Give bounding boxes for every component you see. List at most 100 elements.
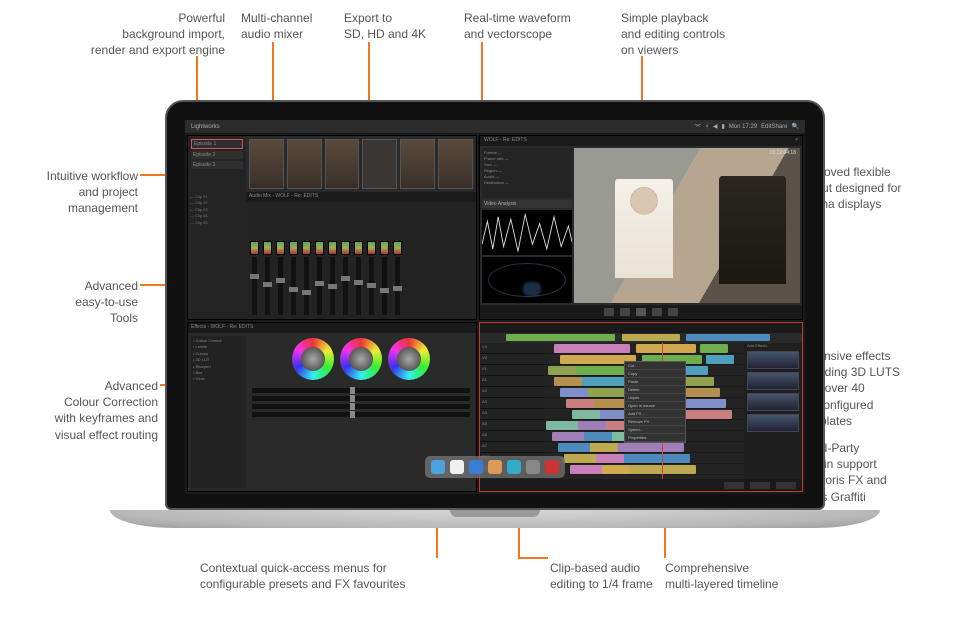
clip-thumb[interactable]: [362, 139, 397, 189]
timeline-clip[interactable]: [554, 344, 630, 353]
channel-fader[interactable]: [276, 241, 285, 315]
mail-icon[interactable]: [469, 460, 483, 474]
channel-fader[interactable]: [289, 241, 298, 315]
track-label[interactable]: A1: [480, 376, 544, 387]
bin-item[interactable]: Episode 2: [191, 151, 243, 159]
timeline-clip[interactable]: [706, 355, 734, 364]
close-icon[interactable]: ×: [795, 137, 798, 145]
timeline-clip[interactable]: [584, 432, 612, 441]
export-settings[interactable]: Format —Frame rate —Size —Region —Audio …: [482, 148, 572, 198]
channel-fader[interactable]: [393, 241, 402, 315]
timeline-clip[interactable]: [566, 399, 594, 408]
track-label[interactable]: V2: [480, 354, 544, 365]
timeline-clip[interactable]: [578, 421, 606, 430]
clip-thumb[interactable]: [325, 139, 360, 189]
search-icon[interactable]: 🔍: [792, 123, 799, 130]
footer-button[interactable]: [724, 482, 744, 489]
channel-fader[interactable]: [380, 241, 389, 315]
context-menu-item[interactable]: Open in source: [625, 402, 685, 410]
channel-fader[interactable]: [315, 241, 324, 315]
track-label[interactable]: A2: [480, 387, 544, 398]
timeline-clip[interactable]: [602, 465, 630, 474]
fx-preset-thumb[interactable]: [747, 372, 799, 390]
workspace: Episode 1 Episode 2 Episode 3 — Clip 01—…: [185, 133, 805, 494]
timeline-clip[interactable]: [700, 344, 728, 353]
context-menu-item[interactable]: Add FX…: [625, 410, 685, 418]
finder-icon[interactable]: [431, 460, 445, 474]
timeline-clip[interactable]: [614, 454, 690, 463]
effects-side-panel[interactable]: Add Effects: [744, 343, 802, 479]
appstore-icon[interactable]: [507, 460, 521, 474]
fx-list[interactable]: • Colour Correct• Levels• Curves• 3D LUT…: [191, 336, 246, 488]
timeline-clip[interactable]: [548, 366, 576, 375]
mac-dock[interactable]: [425, 456, 565, 478]
app-screen: Lightworks ⌤ ᚼ ◀ ▮ Mon 17:29 EditShare 🔍…: [185, 120, 805, 494]
timeline-clip[interactable]: [554, 377, 582, 386]
channel-fader[interactable]: [367, 241, 376, 315]
context-menu[interactable]: CutCopyPasteDeleteUnjoinOpen in sourceAd…: [624, 361, 686, 443]
play-button[interactable]: [636, 308, 646, 316]
fx-preset-thumb[interactable]: [747, 414, 799, 432]
program-monitor[interactable]: 01:12:04:18: [574, 148, 800, 303]
timeline-ruler[interactable]: [480, 333, 802, 343]
track-label[interactable]: A7: [480, 442, 544, 453]
bin-item[interactable]: Episode 3: [191, 161, 243, 169]
track-row[interactable]: [544, 464, 744, 475]
itunes-icon[interactable]: [488, 460, 502, 474]
track-label[interactable]: A6: [480, 431, 544, 442]
lightworks-icon[interactable]: [545, 460, 559, 474]
forward-button[interactable]: [652, 308, 662, 316]
context-menu-item[interactable]: Remove FX: [625, 418, 685, 426]
project-nav[interactable]: Episode 1 Episode 2 Episode 3: [188, 136, 246, 192]
track-label[interactable]: A4: [480, 409, 544, 420]
channel-fader[interactable]: [250, 241, 259, 315]
timeline-clip[interactable]: [608, 443, 684, 452]
context-menu-item[interactable]: Paste: [625, 378, 685, 386]
track-label[interactable]: A3: [480, 398, 544, 409]
track-area[interactable]: CutCopyPasteDeleteUnjoinOpen in sourceAd…: [544, 343, 744, 479]
context-menu-item[interactable]: Cut: [625, 362, 685, 370]
channel-fader[interactable]: [341, 241, 350, 315]
track-row[interactable]: [544, 442, 744, 453]
footer-button[interactable]: [750, 482, 770, 489]
next-button[interactable]: [668, 308, 678, 316]
rewind-button[interactable]: [620, 308, 630, 316]
context-menu-item[interactable]: Speed…: [625, 426, 685, 434]
track-label[interactable]: V1: [480, 365, 544, 376]
track-row[interactable]: [544, 453, 744, 464]
bin-item[interactable]: Episode 1: [191, 139, 243, 149]
fx-preset-thumb[interactable]: [747, 351, 799, 369]
context-menu-item[interactable]: Unjoin: [625, 394, 685, 402]
timeline-clip[interactable]: [560, 388, 588, 397]
lift-wheel[interactable]: [292, 338, 334, 380]
clip-thumb[interactable]: [438, 139, 473, 189]
track-label[interactable]: V3: [480, 343, 544, 354]
safari-icon[interactable]: [450, 460, 464, 474]
timeline-clip[interactable]: [620, 465, 696, 474]
footer-button[interactable]: [776, 482, 796, 489]
clip-thumb[interactable]: [400, 139, 435, 189]
prev-button[interactable]: [604, 308, 614, 316]
fx-preset-thumb[interactable]: [747, 393, 799, 411]
settings-icon[interactable]: [526, 460, 540, 474]
clip-thumb[interactable]: [249, 139, 284, 189]
channel-fader[interactable]: [328, 241, 337, 315]
context-menu-item[interactable]: Delete: [625, 386, 685, 394]
gain-wheel[interactable]: [388, 338, 430, 380]
timeline-clip[interactable]: [636, 344, 696, 353]
mixer-faders[interactable]: [246, 202, 476, 319]
monitor-frame: [574, 148, 800, 303]
context-menu-item[interactable]: Properties: [625, 434, 685, 442]
channel-fader[interactable]: [354, 241, 363, 315]
gamma-wheel[interactable]: [340, 338, 382, 380]
channel-fader[interactable]: [302, 241, 311, 315]
clip-list[interactable]: — Clip 01— Clip 02— Clip 03— Clip 04— Cl…: [188, 192, 246, 319]
timeline-clip[interactable]: [572, 410, 600, 419]
clip-thumb[interactable]: [287, 139, 322, 189]
track-row[interactable]: [544, 343, 744, 354]
timeline-clip[interactable]: [596, 454, 624, 463]
channel-fader[interactable]: [263, 241, 272, 315]
context-menu-item[interactable]: Copy: [625, 370, 685, 378]
track-label[interactable]: A5: [480, 420, 544, 431]
timeline-clip[interactable]: [590, 443, 618, 452]
